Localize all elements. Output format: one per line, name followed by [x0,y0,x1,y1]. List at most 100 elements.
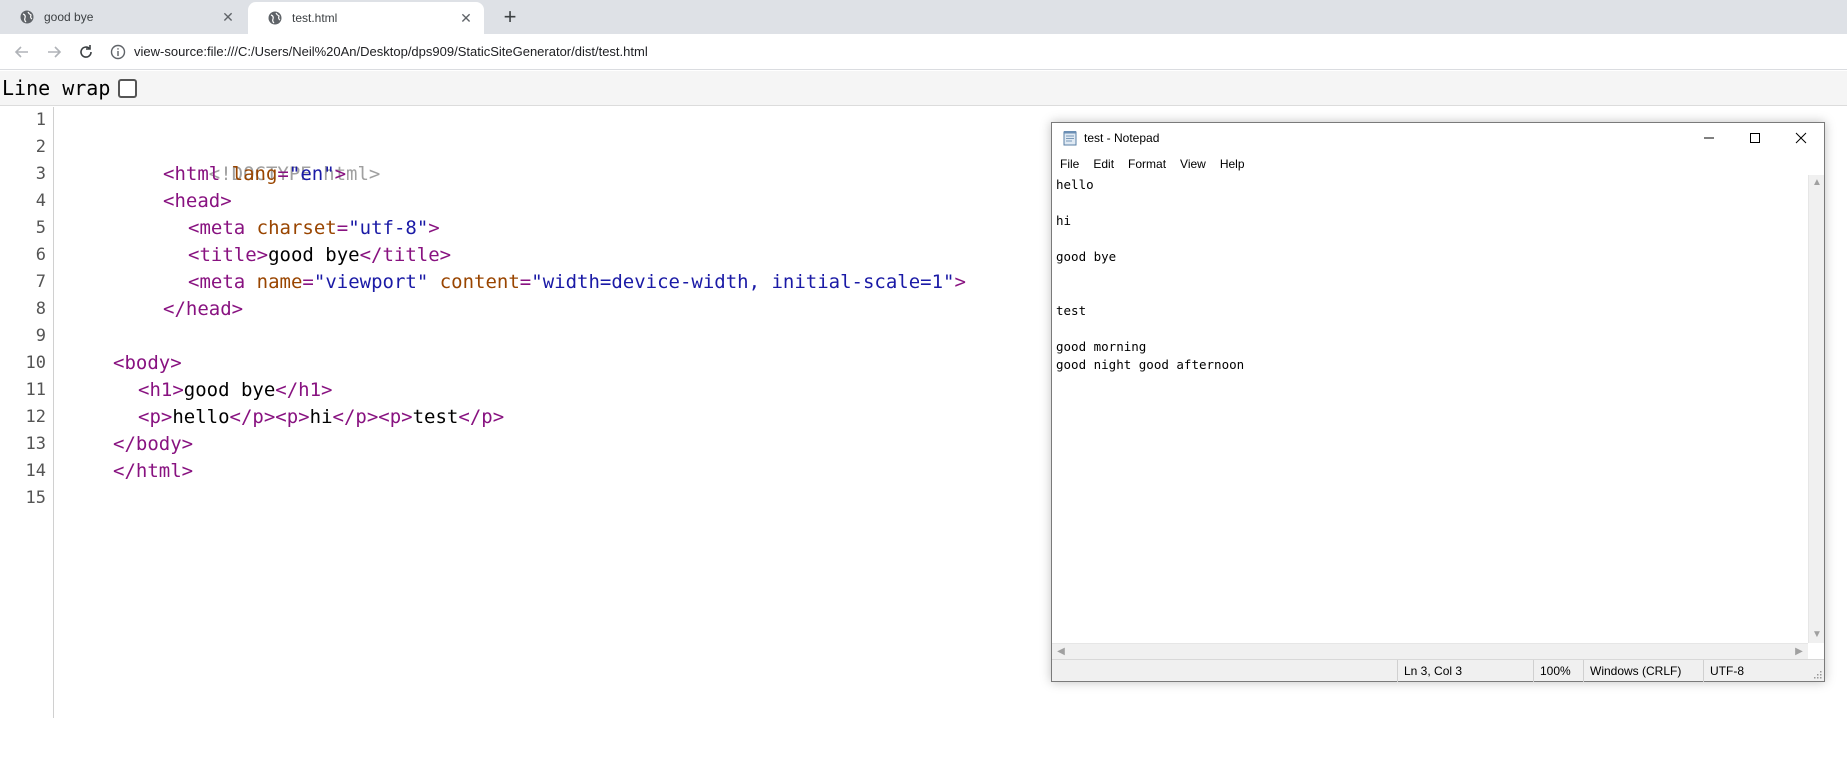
line-number: 8 [35,299,46,319]
menu-format[interactable]: Format [1121,157,1173,171]
tag: </h1> [275,379,333,401]
text-node: good bye [268,244,360,266]
source-line-14: </html> [113,458,193,485]
tag: <p> [378,406,413,428]
globe-icon [20,10,34,24]
tab-title: test.html [292,11,338,25]
horizontal-scrollbar[interactable]: ◀ ▶ [1052,643,1808,659]
line-number: 12 [25,407,46,427]
text-node: hi [309,406,333,428]
status-zoom: 100% [1533,660,1583,682]
source-line-6: <title>good bye</title> [188,242,451,269]
vertical-scrollbar[interactable]: ▲ ▼ [1808,175,1824,643]
tag: </head> [163,298,244,320]
tag: </p> [458,406,505,428]
back-arrow-icon[interactable] [6,38,38,66]
tag: </html> [113,460,194,482]
forward-arrow-icon[interactable] [38,38,70,66]
tag: <h1> [138,379,184,401]
plus-icon[interactable]: + [498,4,522,29]
attr-value: "width=device-width, initial-scale=1" [531,271,955,293]
attr-name: name [256,271,303,293]
tag: </body> [113,433,194,455]
attr-value: "en" [288,163,335,185]
line-number: 13 [25,434,46,454]
menu-file[interactable]: File [1053,157,1086,171]
tag: <html [163,163,221,185]
tag: <meta [188,271,246,293]
tab-strip: good bye ✕ test.html ✕ + [0,0,1847,34]
window-controls [1686,123,1824,153]
notepad-title-bar[interactable]: test - Notepad [1052,123,1824,153]
status-line-ending: Windows (CRLF) [1583,660,1703,682]
notepad-title: test - Notepad [1084,131,1160,145]
maximize-icon[interactable] [1732,123,1778,153]
source-line-5: <meta charset="utf-8"> [188,217,440,239]
line-number: 7 [35,272,46,292]
attr-name: charset [256,217,337,239]
globe-icon [268,11,282,25]
tag: </title> [359,244,452,266]
attr-value: "utf-8" [348,217,429,239]
notepad-icon [1062,130,1078,146]
line-number: 1 [35,110,46,130]
notepad-status-bar: Ln 3, Col 3 100% Windows (CRLF) UTF-8 [1052,659,1824,682]
line-wrap-checkbox[interactable] [118,78,138,98]
source-line-7: <meta name="viewport" content="width=dev… [188,271,966,293]
text-node: good bye [183,379,276,401]
tab-good-bye[interactable]: good bye ✕ [0,0,246,34]
status-encoding: UTF-8 [1703,660,1824,682]
line-number: 14 [25,461,46,481]
line-wrap-label: Line wrap [2,76,111,100]
source-line-8: </head> [163,296,243,323]
line-number: 4 [35,191,46,211]
browser-toolbar: view-source:file:///C:/Users/Neil%20An/D… [0,34,1847,70]
source-line-10: <body> [113,350,182,377]
attr-name: lang [231,163,278,185]
scroll-right-icon[interactable]: ▶ [1794,647,1804,657]
text-node: hello [172,406,230,428]
tag: <title> [188,244,269,266]
tag: </p> [332,406,379,428]
source-line-12: <p>hello</p><p>hi</p><p>test</p> [138,404,504,431]
address-bar[interactable]: view-source:file:///C:/Users/Neil%20An/D… [110,38,648,66]
close-icon[interactable] [1778,123,1824,153]
line-number: 11 [25,380,46,400]
source-line-3: <html lang="en"> [163,163,347,185]
line-number: 15 [25,488,46,508]
tag: <head> [163,190,232,212]
scroll-left-icon[interactable]: ◀ [1056,647,1066,657]
resize-grip-icon[interactable] [1812,669,1822,679]
info-icon[interactable] [110,44,126,60]
tag: <body> [113,352,182,374]
notepad-window: test - Notepad File Edit Format View Hel… [1051,122,1825,682]
menu-view[interactable]: View [1173,157,1213,171]
reload-icon[interactable] [70,38,102,66]
status-position: Ln 3, Col 3 [1397,660,1533,682]
line-number: 2 [35,137,46,157]
attr-name: content [439,271,520,293]
menu-edit[interactable]: Edit [1086,157,1121,171]
tag: > [334,163,347,185]
line-number: 3 [35,164,46,184]
line-number: 9 [35,326,46,346]
scroll-down-icon[interactable]: ▼ [1812,630,1822,640]
close-icon[interactable]: ✕ [220,9,236,25]
close-icon[interactable]: ✕ [458,10,474,26]
line-number: 6 [35,245,46,265]
scroll-up-icon[interactable]: ▲ [1812,178,1822,188]
notepad-content: hello hi good bye test good morning good… [1056,177,1245,372]
tag: </p> [229,406,276,428]
tag: <p> [138,406,173,428]
source-line-13: </body> [113,431,193,458]
minimize-icon[interactable] [1686,123,1732,153]
attr-value: "viewport" [313,271,429,293]
tag: <meta [188,217,246,239]
line-wrap-bar: Line wrap [0,71,1847,106]
tag: <p> [275,406,310,428]
notepad-menu-bar: File Edit Format View Help [1052,153,1824,175]
tab-test-html[interactable]: test.html ✕ [248,2,484,34]
source-line-4: <head> [163,188,232,215]
menu-help[interactable]: Help [1213,157,1252,171]
address-text: view-source:file:///C:/Users/Neil%20An/D… [134,44,648,59]
